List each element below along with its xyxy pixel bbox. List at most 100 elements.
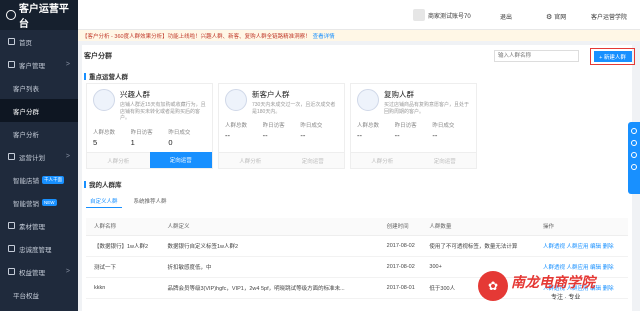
home-icon [8,38,15,45]
sidebar-item-label: 客户分群 [13,108,39,116]
persona-avatar-icon [357,89,379,111]
sidebar-item[interactable]: 忠诚度管理 [0,237,78,260]
table-cell: 2017-08-02 [386,263,415,270]
tab-system[interactable]: 系统推荐人群 [130,195,171,208]
stat-label: 昨日访客 [130,129,153,136]
key-groups-label: 重点运营人群 [89,74,128,81]
table-cell: 300+ [429,263,442,270]
mail-icon[interactable] [631,152,637,158]
account-name: 商家测试账号70 [428,13,471,20]
sidebar-item-label: 运营计划 [19,154,45,162]
persona-head: 兴趣人群 店铺人群近15天有加购或收藏行为，且店铺有购买未转化或者是购买后的客户… [87,84,212,122]
watermark-text-group: 南龙电商学院 专注 · 专业 [511,272,595,301]
table-cell: 使用了不可透视标签，数量无法计算 [429,243,518,250]
main-content: 客户分群 + 新建人群 重点运营人群 兴趣人群 店铺人群近15天有加购或收藏行为… [78,41,640,311]
targeted-ops-button[interactable]: 定向运营 [281,152,344,168]
persona-desc: 买过店铺商品有复购意愿客户，且处于回购周期的客户。 [384,102,470,115]
notice-text: 【客户分析 - 360度人群效果分析】功能上线啦！兴趣人群、新客、复购人群全链路… [82,33,311,40]
watermark-text: 南龙电商学院 [511,273,595,290]
new-group-button[interactable]: + 新建人群 [593,51,632,62]
chevron-right-icon: > [65,153,70,160]
table-cell-wrap: 使用了不可透视标签，数量无法计算 [421,235,535,257]
sidebar-item[interactable]: 首页 [0,30,78,53]
table-cell-wrap: 2017-08-01 [378,277,422,299]
persona-actions: 人群分析 定向运营 [351,152,476,168]
sidebar-item-badge: NEW [42,199,57,206]
persona-name: 新客户人群 [252,90,290,99]
table-cell: 2017-08-02 [386,242,415,249]
persona-stat: 昨日成交 0 [168,128,206,147]
stat-value: -- [262,131,268,140]
targeted-ops-button[interactable]: 定向运营 [413,152,476,168]
sidebar-item[interactable]: 运营计划 > [0,145,78,168]
table-cell: 【数据银行】1w人群2 [94,243,149,250]
account-area[interactable]: 商家测试账号70 [413,9,471,21]
persona-card: 复购人群 买过店铺商品有复购意愿客户，且处于回购周期的客户。 人群总数 -- 昨… [350,83,477,169]
sidebar-item[interactable]: 客户管理 > [0,53,78,76]
table-cell-wrap: 测试一下 [86,256,160,278]
stat-value: -- [394,131,400,140]
tab-custom[interactable]: 自定义人群 [86,195,122,208]
sidebar-item[interactable]: 智能营销 NEW [0,191,78,214]
official-link[interactable]: ⚙ 官网 [546,12,566,22]
notice-link[interactable]: 查看详情 [313,32,335,40]
logout-link[interactable]: 退出 [500,12,512,21]
stat-value: -- [432,131,438,140]
sidebar-item[interactable]: 平台权益 [0,283,78,306]
academy-link[interactable]: 客户运营学院 [591,12,627,21]
persona-head: 复购人群 买过店铺商品有复购意愿客户，且处于回购周期的客户。 [351,84,476,115]
stat-label: 人群总数 [357,123,380,129]
table-cell: 2017-08-01 [386,284,415,291]
sidebar-item[interactable]: 素材管理 [0,214,78,237]
sidebar-item-label: 智能营销 [13,200,39,208]
stat-label: 昨日成交 [168,129,191,136]
watermark-logo-icon: ✿ [478,271,508,301]
phone-icon[interactable] [631,140,637,146]
stat-label: 昨日访客 [394,123,417,129]
row-actions[interactable]: 人群透视 人群应用 编辑 删除 [543,244,614,250]
persona-card: 新客户人群 730天内未成交过一次，且近次成交者是180天内。 人群总数 -- … [218,83,345,169]
logo[interactable]: 客户运营平台 [0,0,78,30]
table-cell-wrap: 品牌会员等级3(VIP)hgfc，VIP1，2w4 5pf，明晓跳试等级方面的标… [159,277,379,299]
persona-card: 兴趣人群 店铺人群近15天有加购或收藏行为，且店铺有购买未转化或者是购买后的客户… [86,83,213,169]
table-cell-wrap: 折扣敏感度低，中 [159,256,379,278]
targeted-ops-button[interactable]: 定向运营 [149,152,212,168]
up-icon[interactable] [631,128,637,134]
persona-info: 新客户人群 730天内未成交过一次，且近次成交者是180天内。 [252,89,338,115]
stat-value: -- [357,131,362,140]
row-actions[interactable]: 人群透视 人群应用 编辑 删除 [543,265,614,271]
stat-label: 人群总数 [225,123,248,129]
analyze-button[interactable]: 人群分析 [351,152,414,168]
stat-label: 昨日成交 [300,123,323,129]
analyze-button[interactable]: 人群分析 [87,152,150,168]
persona-stat: 人群总数 5 [93,128,131,147]
table-cell: kkkn [94,284,106,291]
table-cell-wrap: 人群透视 人群应用 编辑 删除 [534,235,628,257]
notice-banner: 【客户分析 - 360度人群效果分析】功能上线啦！兴趣人群、新客、复购人群全链路… [78,30,640,41]
sidebar-item-label: 素材管理 [19,223,45,231]
sidebar-nav: 首页 客户管理 > 客户列表 客户分群 客户分析 运营计划 > 智能店铺 千人千面 智能营销 NEW 素… [0,30,78,306]
persona-stat: 昨日访客 1 [131,128,169,147]
section-bar [84,72,86,80]
sidebar-item[interactable]: 客户分析 [0,122,78,145]
watermark-sub: 专注 · 专业 [551,294,581,301]
gear-icon: ⚙ [546,13,553,21]
persona-name: 兴趣人群 [120,90,150,99]
table-cell: 数据银行自定义标签1w人群2 [167,243,239,250]
sidebar-item[interactable]: 客户分群 [0,99,78,122]
watermark: ✿ 南龙电商学院 专注 · 专业 [478,271,595,301]
table-cell-wrap: kkkn [86,277,160,299]
analyze-button[interactable]: 人群分析 [219,152,282,168]
persona-stats: 人群总数 5 昨日访客 1 昨日成交 0 [87,122,212,147]
sidebar-item[interactable]: 权益管理 > [0,260,78,283]
table-cell: 测试一下 [94,264,117,271]
rights-icon [8,268,15,275]
column-header: 人群数量 [421,218,535,236]
persona-stat: 昨日成交 -- [432,121,470,140]
sidebar-item[interactable]: 客户列表 [0,76,78,99]
sidebar-item[interactable]: 智能店铺 千人千面 [0,168,78,191]
avatar [413,9,425,21]
side-tools[interactable] [628,122,640,194]
search-input[interactable] [494,50,579,62]
clock-icon[interactable] [631,164,637,170]
